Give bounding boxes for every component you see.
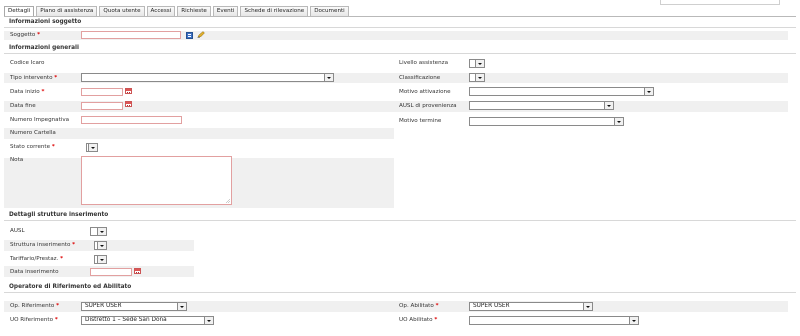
- livello-assistenza-select[interactable]: [469, 59, 485, 68]
- dropdown-arrow-icon: [475, 60, 484, 67]
- dropdown-arrow-icon: [97, 242, 106, 249]
- numero-impegnativa-input[interactable]: [81, 116, 182, 124]
- dropdown-arrow-icon: [97, 256, 106, 263]
- ausl-provenienza-label: AUSL di provenienza: [399, 103, 457, 109]
- ausl-label: AUSL: [10, 228, 25, 234]
- op-riferimento-label: Op. Riferimento *: [10, 303, 59, 309]
- numero-impegnativa-label: Numero Impegnativa: [10, 117, 70, 123]
- livello-assistenza-label: Livello assistenza: [399, 60, 448, 66]
- tab-quota-utente[interactable]: Quota utente: [99, 6, 145, 16]
- op-abilitato-label: Op. Abilitato *: [399, 303, 439, 309]
- dropdown-arrow-icon: [177, 303, 186, 310]
- data-inizio-label: Data inizio *: [10, 89, 45, 95]
- tipo-intervento-label: Tipo intervento *: [10, 75, 58, 81]
- dropdown-arrow-icon: [475, 74, 484, 81]
- classificazione-label: Classificazione: [399, 75, 441, 81]
- dropdown-arrow-icon: [614, 118, 623, 125]
- uo-riferimento-label: UO Riferimento *: [10, 317, 58, 323]
- section-title-soggetto: Informazioni soggetto: [9, 19, 82, 25]
- section-title-generali: Informazioni generali: [9, 45, 79, 51]
- ausl-provenienza-select[interactable]: [469, 101, 614, 110]
- data-fine-input[interactable]: [81, 102, 123, 110]
- soggetto-label: Soggetto *: [10, 32, 41, 38]
- section-divider: [4, 53, 796, 54]
- op-riferimento-select[interactable]: SUPER USER: [81, 302, 187, 311]
- section-title-operatore: Operatore di Riferimento ed Abilitato: [9, 284, 132, 290]
- tab-divider: [4, 16, 796, 17]
- form-row-numero-cartella: [4, 128, 394, 139]
- motivo-attivazione-select[interactable]: [469, 87, 654, 96]
- dropdown-arrow-icon: [324, 74, 333, 81]
- motivo-attivazione-label: Motivo attivazione: [399, 89, 451, 95]
- tab-richieste[interactable]: Richieste: [177, 6, 211, 16]
- soggetto-input[interactable]: [81, 31, 181, 39]
- data-inizio-input[interactable]: [81, 88, 123, 96]
- tab-eventi[interactable]: Eventi: [212, 6, 239, 16]
- struttura-inserimento-label: Struttura inserimento *: [10, 242, 76, 248]
- tab-schede-rilevazione[interactable]: Schede di rilevazione: [240, 6, 309, 16]
- tab-piano-assistenza[interactable]: Piano di assistenza: [36, 6, 98, 16]
- classificazione-select[interactable]: [469, 73, 485, 82]
- top-search-input[interactable]: [660, 0, 780, 5]
- dropdown-arrow-icon: [88, 144, 97, 151]
- struttura-inserimento-select[interactable]: [94, 241, 107, 250]
- nota-textarea[interactable]: [81, 156, 232, 205]
- section-divider: [4, 27, 796, 28]
- codice-icaro-label: Codice Icaro: [10, 60, 45, 66]
- tipo-intervento-select[interactable]: [81, 73, 334, 82]
- edit-pencil-icon[interactable]: [197, 31, 205, 38]
- dropdown-arrow-icon: [629, 317, 638, 324]
- ausl-select[interactable]: [90, 227, 107, 236]
- dropdown-arrow-icon: [644, 88, 653, 95]
- calendar-icon[interactable]: [125, 88, 132, 94]
- nota-label: Nota: [10, 157, 24, 163]
- tariffario-select[interactable]: [94, 255, 107, 264]
- dropdown-arrow-icon: [604, 102, 613, 109]
- motivo-termine-label: Motivo termine: [399, 118, 442, 124]
- numero-cartella-label: Numero Cartella: [10, 130, 56, 136]
- resize-grip-icon[interactable]: [226, 199, 230, 203]
- section-title-strutture: Dettagli strutture inserimento: [9, 212, 109, 218]
- tab-documenti[interactable]: Documenti: [310, 6, 349, 16]
- calendar-icon[interactable]: [125, 101, 132, 107]
- tab-accessi[interactable]: Accessi: [146, 6, 176, 16]
- uo-riferimento-select[interactable]: Distretto 1 – Sede San Donà: [81, 316, 214, 325]
- data-inserimento-label: Data inserimento: [10, 269, 59, 275]
- tariffario-label: Tariffario/Prestaz. *: [10, 256, 64, 262]
- dropdown-arrow-icon: [97, 228, 106, 235]
- section-divider: [4, 220, 796, 221]
- uo-abilitato-select[interactable]: [469, 316, 639, 325]
- section-divider: [4, 292, 796, 293]
- tab-bar: Dettagli Piano di assistenza Quota utent…: [4, 6, 351, 17]
- dropdown-arrow-icon: [204, 317, 213, 324]
- search-patient-icon[interactable]: [186, 32, 193, 39]
- uo-abilitato-label: UO Abilitato *: [399, 317, 438, 323]
- data-fine-label: Data fine: [10, 103, 36, 109]
- op-abilitato-select[interactable]: SUPER USER: [469, 302, 593, 311]
- data-inserimento-input[interactable]: [90, 268, 132, 276]
- calendar-icon[interactable]: [134, 268, 141, 274]
- stato-corrente-select[interactable]: [86, 143, 98, 152]
- motivo-termine-select[interactable]: [469, 117, 624, 126]
- dropdown-arrow-icon: [583, 303, 592, 310]
- stato-corrente-label: Stato corrente *: [10, 144, 55, 150]
